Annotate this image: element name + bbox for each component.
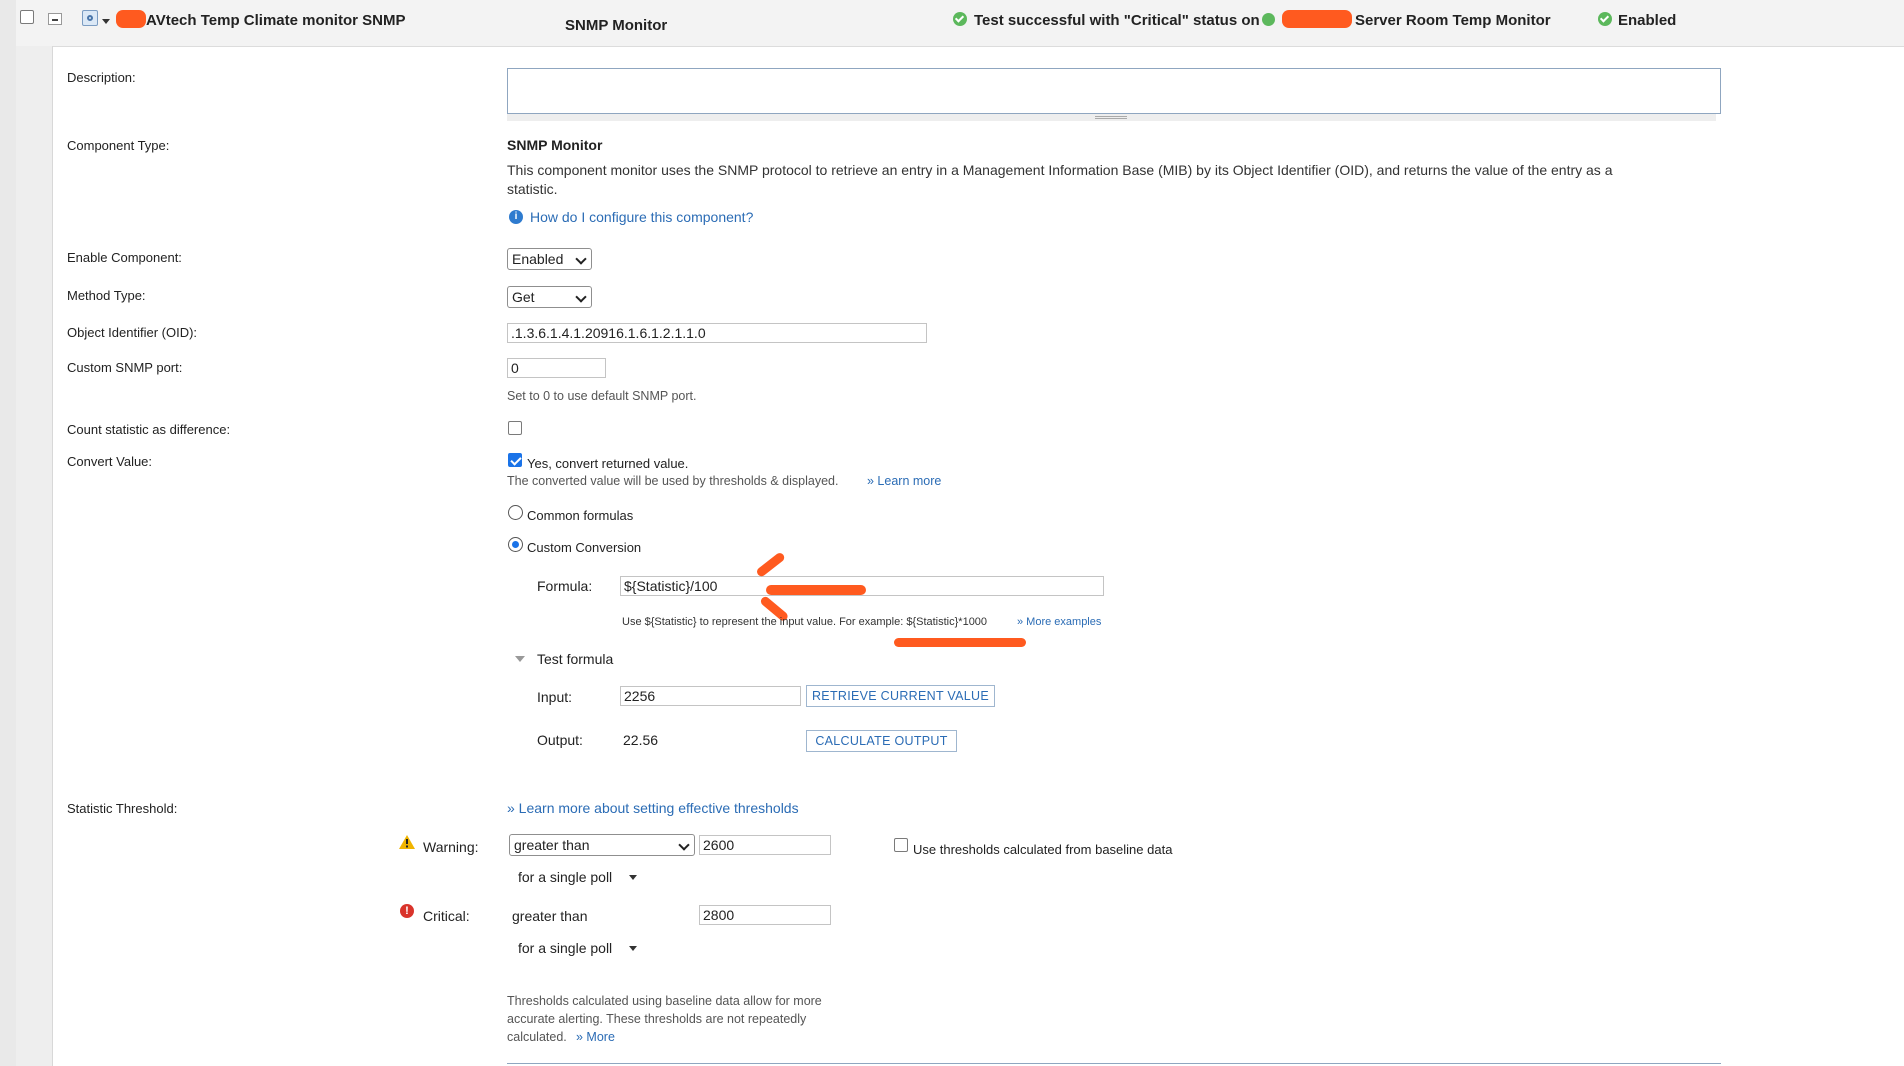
monitor-type: SNMP Monitor [565, 17, 668, 34]
collapse-icon[interactable] [48, 13, 62, 25]
custom-conversion-radio[interactable] [508, 537, 523, 552]
threshold-label: Statistic Threshold: [67, 801, 178, 816]
baseline-label[interactable]: Use thresholds calculated from baseline … [913, 842, 1172, 857]
test-formula-toggle[interactable]: Test formula [537, 651, 613, 667]
redaction-mark [116, 10, 146, 28]
warning-operator-value: greater than [514, 837, 590, 853]
component-type-description-cont: statistic. [507, 181, 558, 197]
formula-hint: Use ${Statistic} to represent the input … [622, 616, 988, 628]
common-formulas-label[interactable]: Common formulas [527, 508, 633, 523]
textarea-resize-bar[interactable] [507, 114, 1716, 121]
component-type-title: SNMP Monitor [507, 137, 603, 153]
warning-value-input[interactable]: 2600 [699, 835, 831, 855]
critical-poll-dropdown[interactable]: for a single poll [518, 940, 612, 956]
convert-learn-more-link[interactable]: » Learn more [867, 474, 941, 488]
component-type-label: Component Type: [67, 138, 170, 153]
row-select-checkbox[interactable] [20, 10, 34, 24]
output-value: 22.56 [623, 732, 659, 748]
custom-conversion-label[interactable]: Custom Conversion [527, 540, 641, 555]
node-name[interactable]: Server Room Temp Monitor [1355, 12, 1551, 29]
chevron-down-icon [678, 839, 690, 851]
baseline-note-line2: accurate alerting. These thresholds are … [507, 1012, 807, 1026]
chevron-down-icon [575, 291, 587, 303]
output-label: Output: [537, 732, 583, 748]
info-icon: i [509, 210, 523, 224]
threshold-learn-more-link[interactable]: » Learn more about setting effective thr… [507, 800, 799, 816]
help-link[interactable]: How do I configure this component? [530, 209, 753, 225]
description-textarea[interactable] [507, 68, 1721, 114]
method-label: Method Type: [67, 288, 146, 303]
annotation-arrow-head-upper [755, 551, 786, 579]
chevron-down-icon [575, 253, 587, 265]
baseline-more-link[interactable]: » More [576, 1030, 615, 1044]
description-label: Description: [67, 70, 136, 85]
baseline-checkbox[interactable] [894, 838, 908, 852]
dropdown-caret-icon[interactable] [629, 946, 637, 951]
check-circle-icon [953, 12, 967, 26]
enable-select-value: Enabled [512, 251, 564, 267]
critical-label: Critical: [423, 908, 470, 924]
calculate-output-button[interactable]: CALCULATE OUTPUT [806, 730, 957, 752]
warning-label: Warning: [423, 839, 479, 855]
critical-icon: ! [400, 904, 414, 918]
convert-checkbox[interactable] [508, 453, 522, 467]
app-name[interactable]: AVtech Temp Climate monitor SNMP [146, 12, 405, 29]
component-type-description: This component monitor uses the SNMP pro… [507, 162, 1613, 178]
baseline-note-line1: Thresholds calculated using baseline dat… [507, 994, 822, 1008]
method-select-value: Get [512, 289, 535, 305]
count-diff-checkbox[interactable] [508, 421, 522, 435]
critical-value-input[interactable]: 2800 [699, 905, 831, 925]
baseline-note-line3: calculated. [507, 1030, 567, 1044]
warning-poll-dropdown[interactable]: for a single poll [518, 869, 612, 885]
convert-checkbox-label[interactable]: Yes, convert returned value. [527, 456, 688, 471]
dropdown-caret-icon[interactable] [629, 875, 637, 880]
count-diff-label: Count statistic as difference: [67, 422, 231, 437]
warning-icon [399, 835, 415, 849]
retrieve-current-value-button[interactable]: RETRIEVE CURRENT VALUE [806, 685, 995, 707]
enable-label: Enable Component: [67, 250, 182, 265]
section-divider [507, 1063, 1721, 1064]
enable-select[interactable]: Enabled [507, 248, 592, 270]
check-circle-icon [1598, 12, 1612, 26]
test-status: Test successful with "Critical" status o… [974, 12, 1260, 29]
oid-label: Object Identifier (OID): [67, 325, 198, 340]
input-label: Input: [537, 689, 573, 705]
oid-input[interactable]: .1.3.6.1.4.1.20916.1.6.1.2.1.1.0 [507, 323, 927, 343]
dropdown-caret-icon[interactable] [102, 19, 110, 24]
method-select[interactable]: Get [507, 286, 592, 308]
formula-label: Formula: [537, 578, 593, 594]
more-examples-link[interactable]: » More examples [1017, 616, 1101, 628]
port-input[interactable]: 0 [507, 358, 606, 378]
common-formulas-radio[interactable] [508, 505, 523, 520]
port-label: Custom SNMP port: [67, 360, 183, 375]
enabled-status: Enabled [1618, 12, 1677, 29]
annotation-arrow [766, 585, 866, 595]
convert-hint: The converted value will be used by thre… [507, 474, 839, 488]
redaction-mark [1282, 10, 1352, 28]
left-rail [0, 0, 17, 1066]
status-dot-icon [1262, 13, 1275, 26]
port-hint: Set to 0 to use default SNMP port. [507, 389, 697, 403]
convert-label: Convert Value: [67, 454, 153, 469]
panel-gutter [16, 46, 53, 1066]
expand-triangle-icon[interactable] [515, 656, 525, 662]
critical-operator: greater than [512, 908, 588, 924]
warning-operator-select[interactable]: greater than [509, 834, 695, 856]
test-input[interactable]: 2256 [620, 686, 801, 706]
annotation-underline [894, 638, 1026, 647]
component-icon [82, 10, 98, 26]
